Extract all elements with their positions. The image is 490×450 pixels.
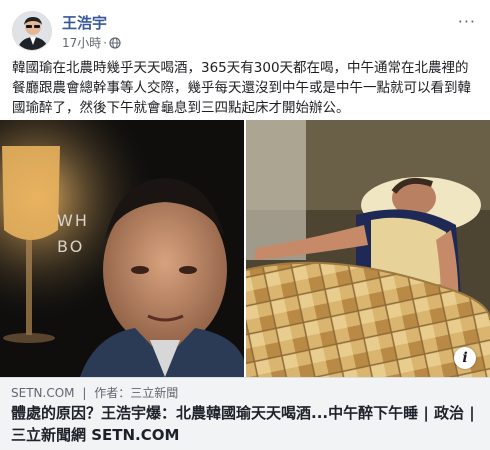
sign-line-1: WH bbox=[57, 211, 89, 230]
more-options-icon[interactable]: ··· bbox=[458, 12, 476, 31]
post-text: 韓國瑜在北農時幾乎天天喝酒，365天有300天都在喝，中午通常在北農裡的餐廳跟農… bbox=[12, 60, 471, 116]
post-meta: 17小時 · bbox=[62, 34, 121, 51]
link-title[interactable]: 體處的原因？王浩宇爆：北農韓國瑜天天喝酒...中午醉下午睡 | 政治 | 三立新… bbox=[11, 402, 481, 446]
link-divider: | bbox=[82, 386, 87, 400]
sign-text: WH BO bbox=[57, 208, 89, 260]
info-icon[interactable]: i bbox=[454, 347, 476, 369]
globe-icon bbox=[109, 36, 121, 49]
avatar[interactable] bbox=[12, 11, 52, 51]
image-collage[interactable]: WH BO i bbox=[0, 120, 490, 377]
photo-man-drinking[interactable]: WH BO bbox=[0, 120, 244, 377]
facebook-post: 王浩宇 17小時 · ··· 韓國瑜在北農時幾乎天天喝酒，365天有300天都在… bbox=[0, 0, 490, 450]
link-author: 作者：三立新聞 bbox=[94, 386, 179, 400]
link-source: SETN.COM | 作者：三立新聞 bbox=[11, 384, 182, 401]
author-name[interactable]: 王浩宇 bbox=[62, 12, 107, 33]
link-domain: SETN.COM bbox=[11, 386, 75, 400]
sign-line-2: BO bbox=[57, 237, 85, 256]
avatar-photo bbox=[13, 12, 51, 50]
photo-right-art bbox=[246, 120, 490, 377]
link-preview[interactable]: SETN.COM | 作者：三立新聞 體處的原因？王浩宇爆：北農韓國瑜天天喝酒.… bbox=[0, 377, 490, 450]
post-time[interactable]: 17小時 bbox=[62, 34, 101, 51]
meta-separator: · bbox=[103, 35, 108, 50]
photo-left-art bbox=[0, 120, 244, 377]
photo-man-sleeping[interactable]: i bbox=[246, 120, 490, 377]
